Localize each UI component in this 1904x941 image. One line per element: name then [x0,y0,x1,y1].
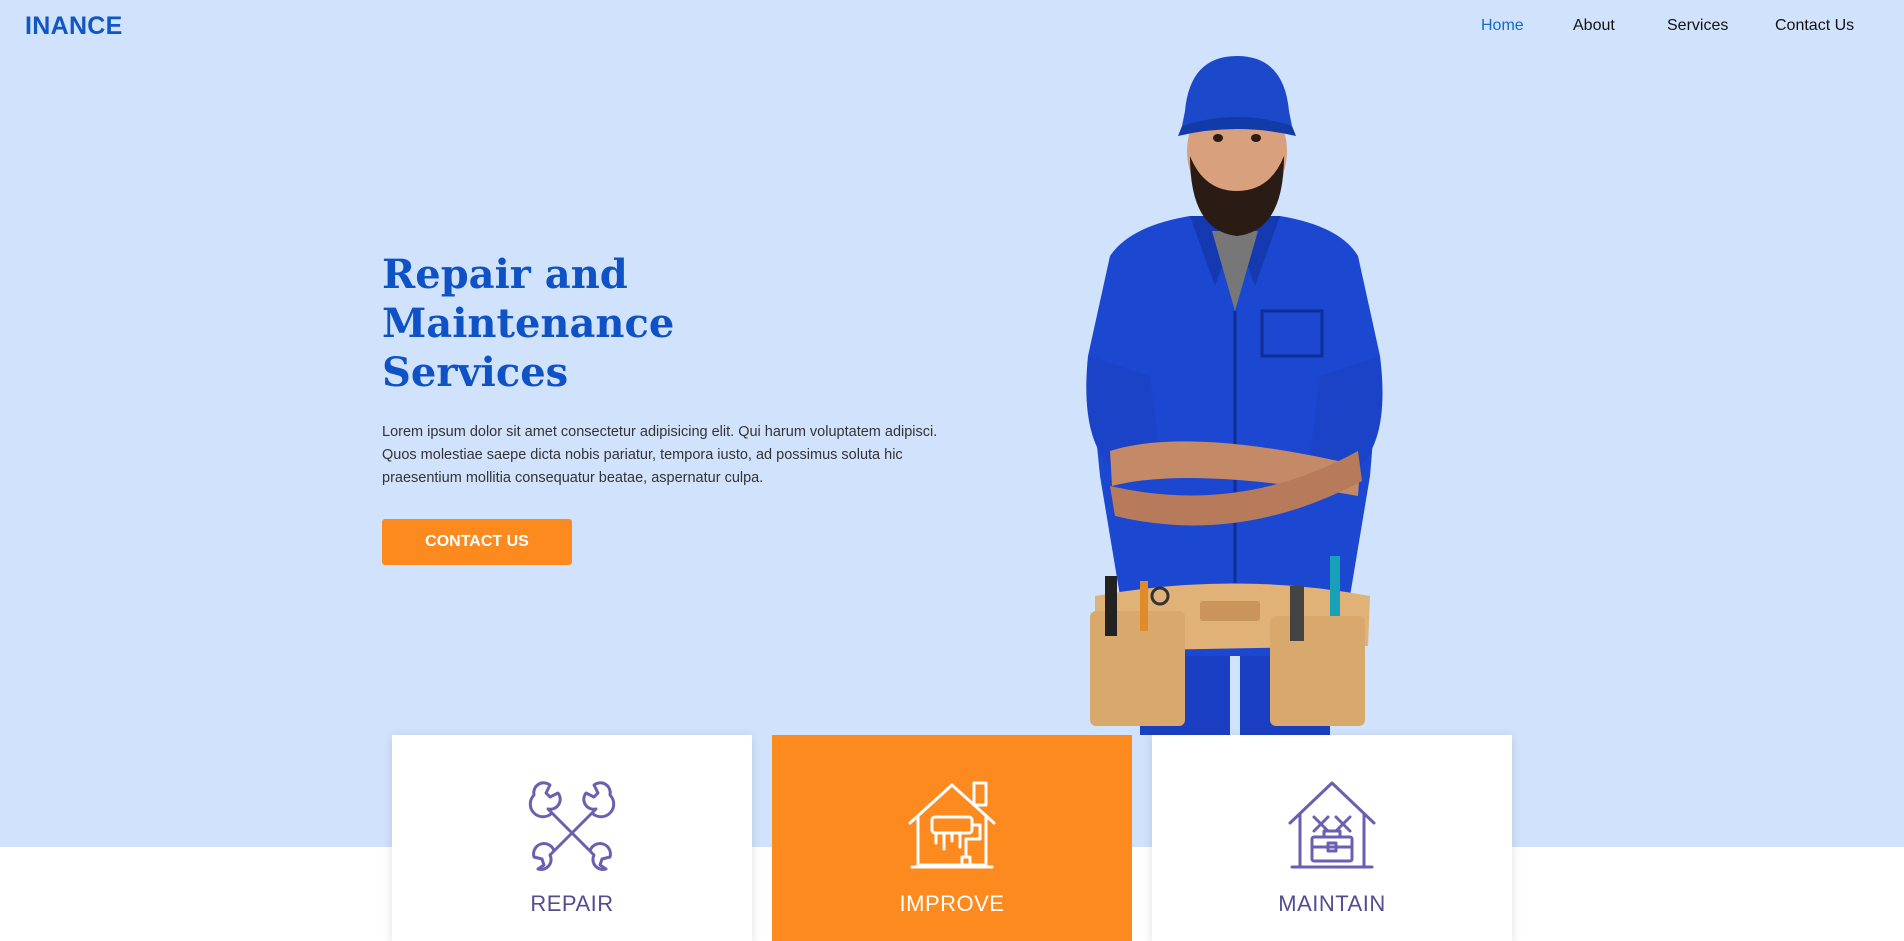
service-label: IMPROVE [899,891,1005,916]
main-nav: Home About Services Contact Us [0,17,1904,41]
service-label: MAINTAIN [1278,891,1386,916]
handyman-photo [1086,56,1383,735]
hero-title-line: Repair and [382,251,628,298]
hero-title-line: Services [382,349,569,396]
service-label: REPAIR [530,891,614,916]
contact-us-button[interactable]: CONTACT US [382,519,572,565]
hero-title: Repair and Maintenance Services [382,250,802,397]
nav-contact-us[interactable]: Contact Us [1775,17,1854,35]
service-card-improve[interactable]: IMPROVE [772,735,1132,941]
crossed-wrenches-icon [528,781,616,871]
hero-description: Lorem ipsum dolor sit amet consectetur a… [382,424,938,486]
nav-home[interactable]: Home [1481,17,1524,35]
service-card-repair[interactable]: REPAIR [392,735,752,941]
service-card-maintain[interactable]: MAINTAIN [1152,735,1512,941]
hero-section: INANCE Home About Services Contact Us Re… [0,0,1904,847]
house-paint-roller-icon [908,781,996,869]
hero-title-line: Maintenance [382,300,675,347]
nav-about[interactable]: About [1573,17,1615,35]
house-toolbox-icon [1288,781,1376,869]
nav-services[interactable]: Services [1667,17,1728,35]
